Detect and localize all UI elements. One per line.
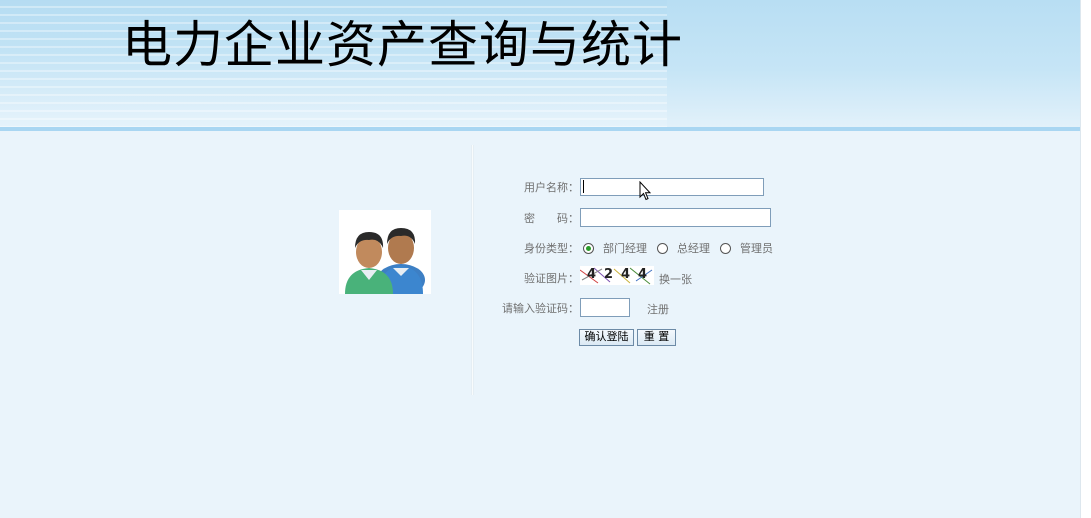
refresh-captcha-link[interactable]: 换一张: [659, 273, 692, 287]
captcha-char-1: 4: [587, 267, 597, 282]
captcha-input-label: 请输入验证码：: [502, 302, 579, 315]
password-label: 密 码：: [524, 212, 579, 225]
username-label: 用户名称：: [524, 181, 579, 194]
radio-general-manager[interactable]: [657, 243, 668, 254]
right-edge-strip: [1080, 0, 1091, 518]
captcha-input[interactable]: [580, 298, 630, 317]
captcha-label: 验证图片：: [524, 272, 579, 285]
header-banner: 电力企业资产查询与统计: [0, 0, 1080, 127]
vertical-divider: [471, 145, 474, 395]
text-caret: [583, 180, 584, 193]
header-divider: [0, 127, 1080, 131]
captcha-char-2: 2: [604, 267, 614, 282]
radio-department-manager[interactable]: [583, 243, 594, 254]
reset-button[interactable]: 重 置: [637, 329, 676, 346]
username-input[interactable]: [580, 178, 764, 196]
captcha-char-4: 4: [638, 267, 648, 282]
mouse-pointer-icon: [639, 180, 652, 201]
page-title: 电力企业资产查询与统计: [122, 16, 683, 74]
radio-administrator-label[interactable]: 管理员: [740, 242, 773, 256]
captcha-char-3: 4: [621, 267, 631, 282]
users-icon: [339, 210, 431, 296]
login-page: 电力企业资产查询与统计 用户名称： 密 码： 身份类型： 部门经理 总经理 管理…: [0, 0, 1091, 518]
captcha-image[interactable]: 4 2 4 4: [580, 266, 654, 285]
radio-administrator[interactable]: [720, 243, 731, 254]
radio-general-manager-label[interactable]: 总经理: [677, 242, 710, 256]
identity-label: 身份类型：: [524, 242, 579, 255]
register-link[interactable]: 注册: [647, 303, 669, 317]
login-button[interactable]: 确认登陆: [579, 329, 634, 346]
password-input[interactable]: [580, 208, 771, 227]
radio-department-manager-label[interactable]: 部门经理: [603, 242, 647, 256]
